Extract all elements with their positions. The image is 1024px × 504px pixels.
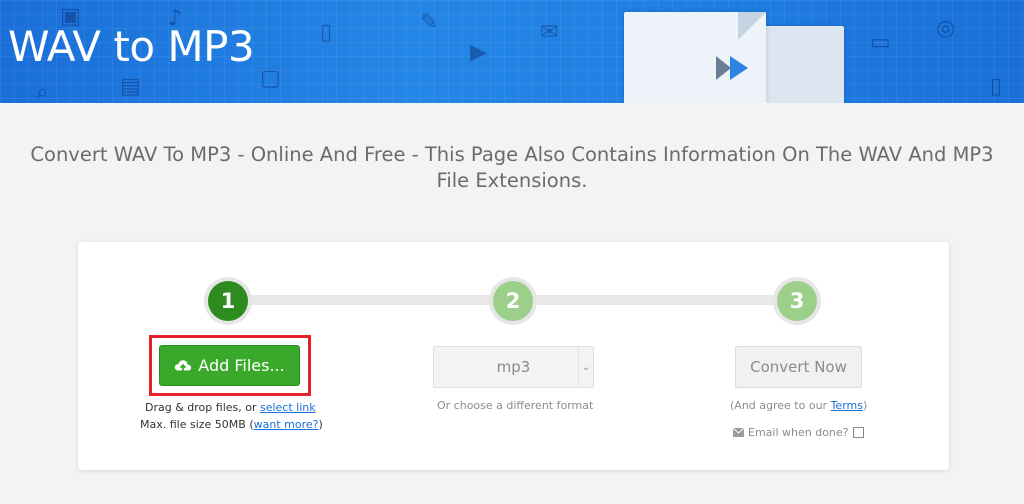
header-banner: ▣ ♪ ⌕ ▤ ▢ ▯ ✎ ▶ ✉ ▭ ◎ ▯ WAV to MP3 [0,0,1024,103]
image-icon: ▤ [120,74,141,99]
step-3-indicator: 3 [777,281,817,321]
format-select[interactable]: mp3 ⌄ [433,346,594,388]
drag-drop-label: Drag & drop files, or [145,401,260,414]
max-size-text: Max. file size 50MB (want more?) [140,418,323,431]
select-link[interactable]: select link [260,401,316,414]
disc-icon: ◎ [936,16,956,41]
drag-drop-text: Drag & drop files, or select link [145,401,316,414]
magnifier-icon: ⌕ [36,80,49,103]
step-1-indicator: 1 [208,281,248,321]
format-selected-value: mp3 [496,358,531,376]
terms-link[interactable]: Terms [831,399,863,412]
agree-suffix: ) [862,399,868,412]
add-files-button[interactable]: Add Files... [159,345,300,386]
want-more-link[interactable]: want more? [254,418,319,431]
title-mid: to [113,22,155,71]
banner-title: WAV to MP3 [8,22,255,71]
mail-deco-icon: ✉ [540,20,559,45]
lock-icon: ▢ [260,66,281,91]
document-fold [738,12,766,40]
fast-forward-icon [716,56,748,80]
title-prefix: WAV [8,22,101,71]
wrench-icon: ✎ [420,10,439,35]
max-size-close: ) [318,418,323,431]
chevron-down-icon: ⌄ [578,347,593,387]
email-when-done-checkbox[interactable] [853,427,864,438]
envelope-icon [733,428,744,437]
title-suffix: MP3 [167,22,255,71]
video-icon: ▶ [470,40,487,65]
converter-card: 1 2 3 Add Files... Drag & drop files, or… [78,242,949,470]
agree-terms-text: (And agree to our Terms) [730,399,867,412]
email-when-done-label: Email when done? [748,426,849,439]
folder-icon: ▭ [870,30,891,55]
document-deco-icon: ▯ [990,74,1003,99]
agree-prefix: (And agree to our [730,399,831,412]
cloud-upload-icon [175,359,192,372]
page-headline: Convert WAV To MP3 - Online And Free - T… [30,143,994,192]
convert-now-button[interactable]: Convert Now [735,346,862,388]
format-hint: Or choose a different format [437,399,594,412]
file-icon: ▯ [320,20,333,45]
max-size-label: Max. file size 50MB ( [140,418,254,431]
step-2-indicator: 2 [493,281,533,321]
add-files-label: Add Files... [198,356,285,375]
